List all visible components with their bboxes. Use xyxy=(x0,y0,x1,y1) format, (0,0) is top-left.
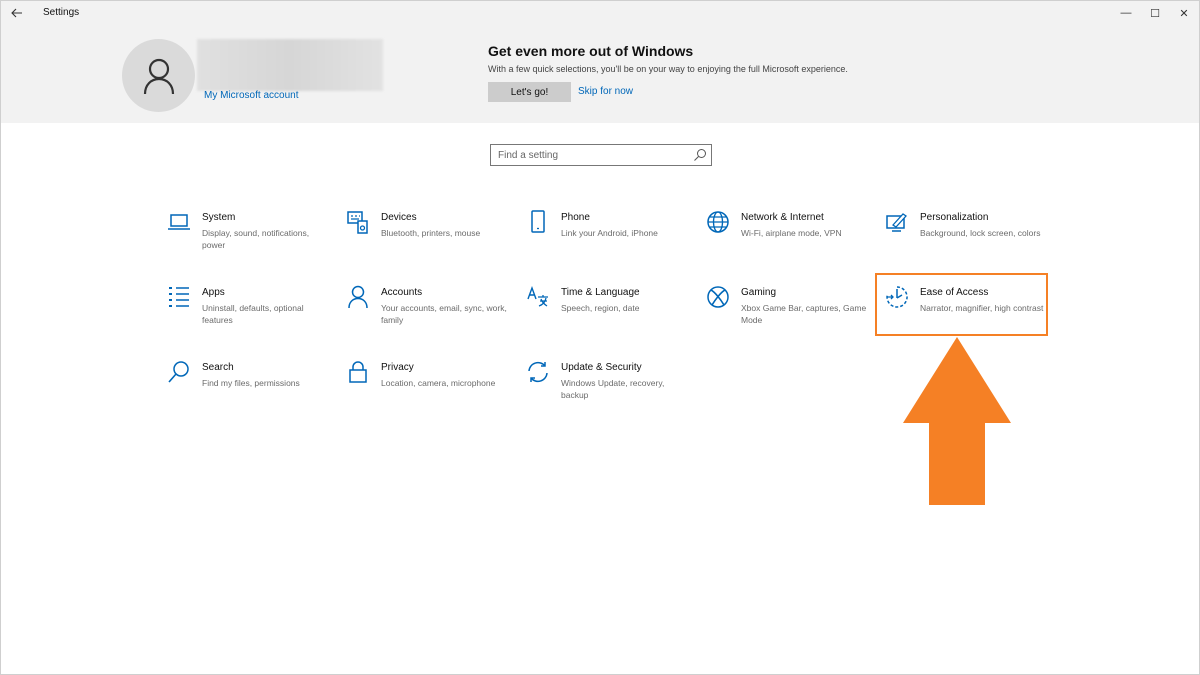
tile-label: System xyxy=(202,212,236,223)
tile-label: Apps xyxy=(202,287,225,298)
laptop-icon xyxy=(168,214,190,230)
tile-accounts[interactable]: Accounts Your accounts, email, sync, wor… xyxy=(346,285,516,343)
tile-description: Background, lock screen, colors xyxy=(920,228,1041,238)
search-placeholder: Find a setting xyxy=(498,150,559,161)
tile-label: Network & Internet xyxy=(741,212,824,223)
tile-description: Display, sound, notifications, power xyxy=(202,228,310,250)
tile-update-security[interactable]: Update & Security Windows Update, recove… xyxy=(526,360,696,418)
tile-time-language[interactable]: Time & Language Speech, region, date xyxy=(526,285,696,343)
tile-label: Gaming xyxy=(741,287,777,298)
tile-label: Personalization xyxy=(920,212,989,223)
search-icon xyxy=(168,361,189,383)
person-icon xyxy=(348,285,368,309)
up-arrow-annotation-icon xyxy=(903,337,1011,505)
tile-label: Time & Language xyxy=(561,287,640,298)
tile-privacy[interactable]: Privacy Location, camera, microphone xyxy=(346,360,516,418)
language-icon xyxy=(527,285,548,307)
tile-gaming[interactable]: Gaming Xbox Game Bar, captures, Game Mod… xyxy=(706,285,876,343)
title-bar: Settings — ☐ ✕ xyxy=(1,1,1199,25)
tile-label: Phone xyxy=(561,212,590,223)
globe-icon xyxy=(707,211,729,233)
avatar[interactable] xyxy=(122,39,195,112)
tile-description: Wi-Fi, airplane mode, VPN xyxy=(741,228,842,238)
xbox-icon xyxy=(707,286,729,308)
tile-apps[interactable]: Apps Uninstall, defaults, optional featu… xyxy=(167,285,337,343)
tile-phone[interactable]: Phone Link your Android, iPhone xyxy=(526,210,696,268)
account-name-redacted xyxy=(197,39,383,91)
settings-window: Settings — ☐ ✕ My Microsoft account Get … xyxy=(0,0,1200,675)
search-input[interactable]: Find a setting xyxy=(490,144,712,166)
tile-label: Update & Security xyxy=(561,362,642,373)
tile-label: Devices xyxy=(381,212,417,223)
my-microsoft-account-link[interactable]: My Microsoft account xyxy=(204,90,298,101)
back-button[interactable] xyxy=(5,3,29,23)
tile-system[interactable]: System Display, sound, notifications, po… xyxy=(167,210,337,268)
skip-for-now-link[interactable]: Skip for now xyxy=(578,86,633,97)
phone-icon xyxy=(531,210,545,233)
promo-subtitle: With a few quick selections, you'll be o… xyxy=(488,64,848,74)
keyboard-speaker-icon xyxy=(347,211,368,234)
tile-description: Link your Android, iPhone xyxy=(561,228,658,238)
app-title: Settings xyxy=(43,7,80,18)
tile-label: Privacy xyxy=(381,362,414,373)
account-banner: My Microsoft account Get even more out o… xyxy=(1,25,1199,123)
tile-description: Windows Update, recovery, backup xyxy=(561,378,665,400)
tile-description: Xbox Game Bar, captures, Game Mode xyxy=(741,303,867,325)
tile-network-internet[interactable]: Network & Internet Wi-Fi, airplane mode,… xyxy=(706,210,876,268)
tile-label: Search xyxy=(202,362,234,373)
lock-icon xyxy=(349,361,367,383)
tile-search[interactable]: Search Find my files, permissions xyxy=(167,360,337,418)
tile-description: Uninstall, defaults, optional features xyxy=(202,303,304,325)
tile-personalization[interactable]: Personalization Background, lock screen,… xyxy=(885,210,1055,268)
tile-description: Your accounts, email, sync, work, family xyxy=(381,303,507,325)
tile-description: Bluetooth, printers, mouse xyxy=(381,228,481,238)
tile-description: Find my files, permissions xyxy=(202,378,300,388)
lets-go-button[interactable]: Let's go! xyxy=(488,82,571,102)
tile-description: Speech, region, date xyxy=(561,303,640,313)
apps-list-icon xyxy=(169,287,189,307)
tile-label: Accounts xyxy=(381,287,423,298)
sync-icon xyxy=(528,361,548,383)
close-button[interactable]: ✕ xyxy=(1167,1,1200,25)
ease-of-access-highlight xyxy=(875,273,1048,336)
person-avatar-icon xyxy=(143,58,174,94)
back-arrow-icon xyxy=(11,8,22,18)
tile-description: Location, camera, microphone xyxy=(381,378,496,388)
tile-devices[interactable]: Devices Bluetooth, printers, mouse xyxy=(346,210,516,268)
promo-title: Get even more out of Windows xyxy=(488,43,694,59)
paint-brush-icon xyxy=(886,213,907,232)
search-icon xyxy=(694,149,706,161)
